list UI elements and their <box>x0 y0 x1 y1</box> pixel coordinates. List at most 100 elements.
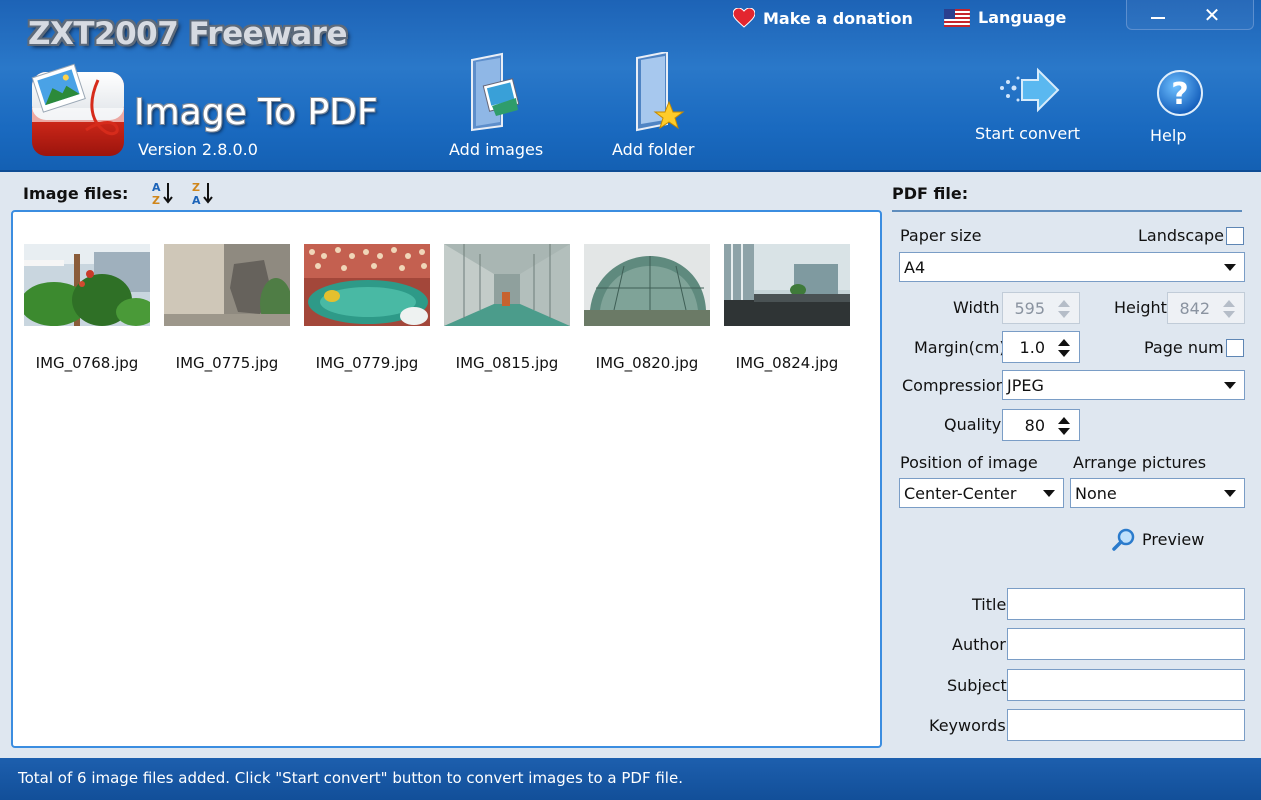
position-value: Center-Center <box>904 484 1017 503</box>
add-folder-button[interactable]: Add folder <box>612 52 702 159</box>
chevron-down-icon <box>1224 264 1236 271</box>
image-files-label: Image files: <box>23 184 129 203</box>
preview-label: Preview <box>1142 529 1205 549</box>
page-num-checkbox[interactable] <box>1226 339 1244 357</box>
pdf-section-divider <box>892 210 1242 212</box>
arrange-value: None <box>1075 484 1117 503</box>
app-title: Image To PDF <box>134 92 378 133</box>
title-input[interactable] <box>1007 588 1245 620</box>
svg-text:Z: Z <box>192 181 200 194</box>
app-version: Version 2.8.0.0 <box>138 140 258 159</box>
chevron-down-icon <box>1224 382 1236 389</box>
donation-label: Make a donation <box>763 8 913 28</box>
margin-stepper[interactable]: 1.0 <box>1002 331 1080 363</box>
donation-link[interactable]: Make a donation <box>733 8 913 28</box>
image-file-name: IMG_0768.jpg <box>35 354 139 372</box>
help-icon: ? <box>1157 70 1203 116</box>
spin-down-icon <box>1058 428 1070 435</box>
start-convert-label: Start convert <box>975 124 1081 143</box>
spin-up-icon <box>1058 339 1070 346</box>
title-label: Title <box>972 595 1007 614</box>
add-folder-icon <box>636 52 685 132</box>
image-file-name: IMG_0775.jpg <box>175 354 279 372</box>
us-flag-icon <box>944 8 970 27</box>
image-file-name: IMG_0820.jpg <box>595 354 699 372</box>
image-thumbnail[interactable]: IMG_0820.jpg <box>584 244 710 372</box>
quality-label: Quality <box>944 415 1002 434</box>
position-select[interactable]: Center-Center <box>899 478 1064 508</box>
subject-label: Subject <box>947 676 1007 695</box>
image-file-name: IMG_0779.jpg <box>315 354 419 372</box>
language-label: Language <box>978 8 1067 27</box>
photo-glass-dome <box>584 244 710 326</box>
spin-down-icon <box>1058 311 1070 318</box>
width-value: 595 <box>1014 299 1045 318</box>
add-images-label: Add images <box>449 140 544 159</box>
pdf-file-label: PDF file: <box>892 184 969 203</box>
svg-text:A: A <box>192 194 201 206</box>
image-thumbnail[interactable]: IMG_0779.jpg <box>304 244 430 372</box>
sort-za-icon[interactable]: Z A <box>190 180 216 206</box>
width-stepper[interactable]: 595 <box>1002 292 1080 324</box>
arrow-right-icon <box>1000 67 1060 113</box>
quality-value: 80 <box>1024 416 1045 435</box>
close-button[interactable]: ✕ <box>1186 0 1238 30</box>
app-logo-icon <box>31 63 124 156</box>
landscape-checkbox[interactable] <box>1226 227 1244 245</box>
page-num-label: Page num <box>1144 338 1224 357</box>
margin-value: 1.0 <box>1019 338 1045 357</box>
height-value: 842 <box>1179 299 1210 318</box>
paper-size-select[interactable]: A4 <box>899 252 1245 282</box>
arrange-label: Arrange pictures <box>1073 453 1207 472</box>
image-file-name: IMG_0815.jpg <box>455 354 559 372</box>
quality-stepper[interactable]: 80 <box>1002 409 1080 441</box>
subject-input[interactable] <box>1007 669 1245 701</box>
chevron-down-icon <box>1043 490 1055 497</box>
height-label: Height <box>1114 298 1167 317</box>
photo-atrium <box>724 244 850 326</box>
add-images-button[interactable]: Add images <box>449 52 543 159</box>
close-icon: ✕ <box>1203 3 1221 27</box>
svg-text:?: ? <box>1171 77 1188 112</box>
photo-glass-corridor <box>444 244 570 326</box>
image-file-list[interactable]: IMG_0768.jpg IMG_0775.jpg IMG_0779.jpg I… <box>11 210 882 748</box>
spin-down-icon <box>1223 311 1235 318</box>
brand-text: ZXT2007 Freeware <box>28 16 348 52</box>
compression-select[interactable]: JPEG <box>1002 370 1245 400</box>
heart-icon <box>733 8 755 28</box>
spin-up-icon <box>1058 417 1070 424</box>
image-thumbnail[interactable]: IMG_0775.jpg <box>164 244 290 372</box>
language-link[interactable]: Language <box>944 8 1066 27</box>
minimize-button[interactable] <box>1132 0 1184 30</box>
author-label: Author <box>952 635 1006 654</box>
preview-button[interactable]: Preview <box>1112 527 1204 551</box>
svg-text:Z: Z <box>152 194 160 206</box>
image-file-name: IMG_0824.jpg <box>735 354 839 372</box>
author-input[interactable] <box>1007 628 1245 660</box>
margin-label: Margin(cm) <box>914 338 1006 357</box>
add-images-icon <box>471 52 520 132</box>
keywords-label: Keywords <box>929 716 1006 735</box>
start-convert-button[interactable]: Start convert <box>975 66 1083 143</box>
keywords-input[interactable] <box>1007 709 1245 741</box>
arrange-select[interactable]: None <box>1070 478 1245 508</box>
spin-up-icon <box>1058 300 1070 307</box>
image-thumbnail[interactable]: IMG_0815.jpg <box>444 244 570 372</box>
sort-az-icon[interactable]: A Z <box>150 180 176 206</box>
height-stepper[interactable]: 842 <box>1167 292 1245 324</box>
magnifier-icon <box>1112 528 1135 551</box>
photo-pool-show <box>304 244 430 326</box>
image-thumbnail[interactable]: IMG_0824.jpg <box>724 244 850 372</box>
paper-size-label: Paper size <box>900 226 982 245</box>
image-thumbnail[interactable]: IMG_0768.jpg <box>24 244 150 372</box>
compression-label: Compression <box>902 376 1006 395</box>
compression-value: JPEG <box>1007 376 1044 395</box>
status-bar: Total of 6 image files added. Click "Sta… <box>0 758 1261 800</box>
svg-text:A: A <box>152 181 161 194</box>
photo-garden <box>24 244 150 326</box>
chevron-down-icon <box>1224 490 1236 497</box>
spin-up-icon <box>1223 300 1235 307</box>
help-button[interactable]: ? Help <box>1150 68 1210 145</box>
header-bar: ZXT2007 Freeware Image To PDF Version 2.… <box>0 0 1261 172</box>
photo-sculpture <box>164 244 290 326</box>
